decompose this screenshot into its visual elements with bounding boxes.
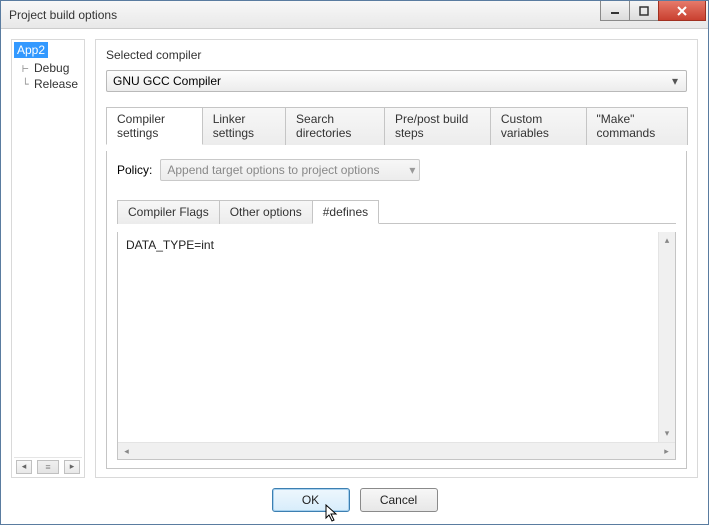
chevron-down-icon: ▾ xyxy=(666,73,684,89)
close-button[interactable] xyxy=(658,1,706,21)
client-area: App2 ⊢Debug └Release ◂ ≡ ▸ Selected comp… xyxy=(1,29,708,524)
tree-child-debug[interactable]: ⊢Debug xyxy=(22,60,82,76)
scroll-left-button[interactable]: ◂ xyxy=(118,446,135,457)
tree-horiz-scrollbar[interactable]: ◂ ≡ ▸ xyxy=(14,457,82,475)
tab-search-directories[interactable]: Search directories xyxy=(285,107,385,145)
compiler-dropdown[interactable]: GNU GCC Compiler ▾ xyxy=(106,70,687,92)
selected-compiler-label: Selected compiler xyxy=(106,48,687,62)
tree-root-item[interactable]: App2 xyxy=(14,42,48,58)
maximize-icon xyxy=(639,6,649,16)
scroll-right-button[interactable]: ▸ xyxy=(658,446,675,457)
sub-tabstrip: Compiler Flags Other options #defines xyxy=(117,199,676,224)
scroll-left-button[interactable]: ◂ xyxy=(16,460,32,474)
tab-prepost-build[interactable]: Pre/post build steps xyxy=(384,107,491,145)
titlebar[interactable]: Project build options xyxy=(1,1,708,29)
target-tree[interactable]: App2 ⊢Debug └Release xyxy=(14,42,82,455)
minimize-icon xyxy=(610,6,620,16)
target-tree-panel: App2 ⊢Debug └Release ◂ ≡ ▸ xyxy=(11,39,85,478)
maximize-button[interactable] xyxy=(629,1,659,21)
horizontal-scrollbar[interactable]: ◂ ▸ xyxy=(118,442,675,459)
minimize-button[interactable] xyxy=(600,1,630,21)
defines-textarea[interactable]: DATA_TYPE=int xyxy=(118,232,658,442)
dialog-button-row: OK Cancel xyxy=(11,486,698,516)
defines-panel: DATA_TYPE=int ▴ ▾ ◂ ▸ xyxy=(117,232,676,460)
tab-linker-settings[interactable]: Linker settings xyxy=(202,107,286,145)
tree-child-label: Release xyxy=(34,77,78,91)
main-tabstrip: Compiler settings Linker settings Search… xyxy=(106,106,687,145)
window-buttons xyxy=(601,1,706,21)
chevron-down-icon: ▾ xyxy=(409,163,415,177)
policy-dropdown-value: Append target options to project options xyxy=(167,163,379,177)
settings-panel: Selected compiler GNU GCC Compiler ▾ Com… xyxy=(95,39,698,478)
subtab-other-options[interactable]: Other options xyxy=(219,200,313,224)
vertical-scrollbar[interactable]: ▴ ▾ xyxy=(658,232,675,442)
policy-dropdown[interactable]: Append target options to project options… xyxy=(160,159,420,181)
subtab-defines[interactable]: #defines xyxy=(312,200,379,224)
tab-custom-variables[interactable]: Custom variables xyxy=(490,107,587,145)
tab-make-commands[interactable]: "Make" commands xyxy=(586,107,688,145)
scroll-down-button[interactable]: ▾ xyxy=(659,425,675,442)
tab-compiler-settings[interactable]: Compiler settings xyxy=(106,107,203,145)
tree-connector-icon: └ xyxy=(22,78,32,91)
scroll-thumb[interactable]: ≡ xyxy=(37,460,59,474)
tree-children: ⊢Debug └Release xyxy=(14,60,82,92)
scroll-up-button[interactable]: ▴ xyxy=(659,232,675,249)
policy-label: Policy: xyxy=(117,163,152,177)
ok-button[interactable]: OK xyxy=(272,488,350,512)
cancel-button[interactable]: Cancel xyxy=(360,488,438,512)
policy-row: Policy: Append target options to project… xyxy=(117,159,676,181)
upper-row: App2 ⊢Debug └Release ◂ ≡ ▸ Selected comp… xyxy=(11,39,698,478)
close-icon xyxy=(676,6,688,16)
defines-textarea-wrap: DATA_TYPE=int ▴ ▾ ◂ ▸ xyxy=(118,232,675,459)
tree-child-release[interactable]: └Release xyxy=(22,76,82,92)
scroll-right-button[interactable]: ▸ xyxy=(64,460,80,474)
tree-child-label: Debug xyxy=(34,61,69,75)
dialog-window: Project build options App2 ⊢Debug └Relea… xyxy=(0,0,709,525)
subtab-compiler-flags[interactable]: Compiler Flags xyxy=(117,200,220,224)
compiler-dropdown-value: GNU GCC Compiler xyxy=(113,74,221,88)
compiler-settings-panel: Policy: Append target options to project… xyxy=(106,151,687,469)
tree-connector-icon: ⊢ xyxy=(22,62,32,75)
